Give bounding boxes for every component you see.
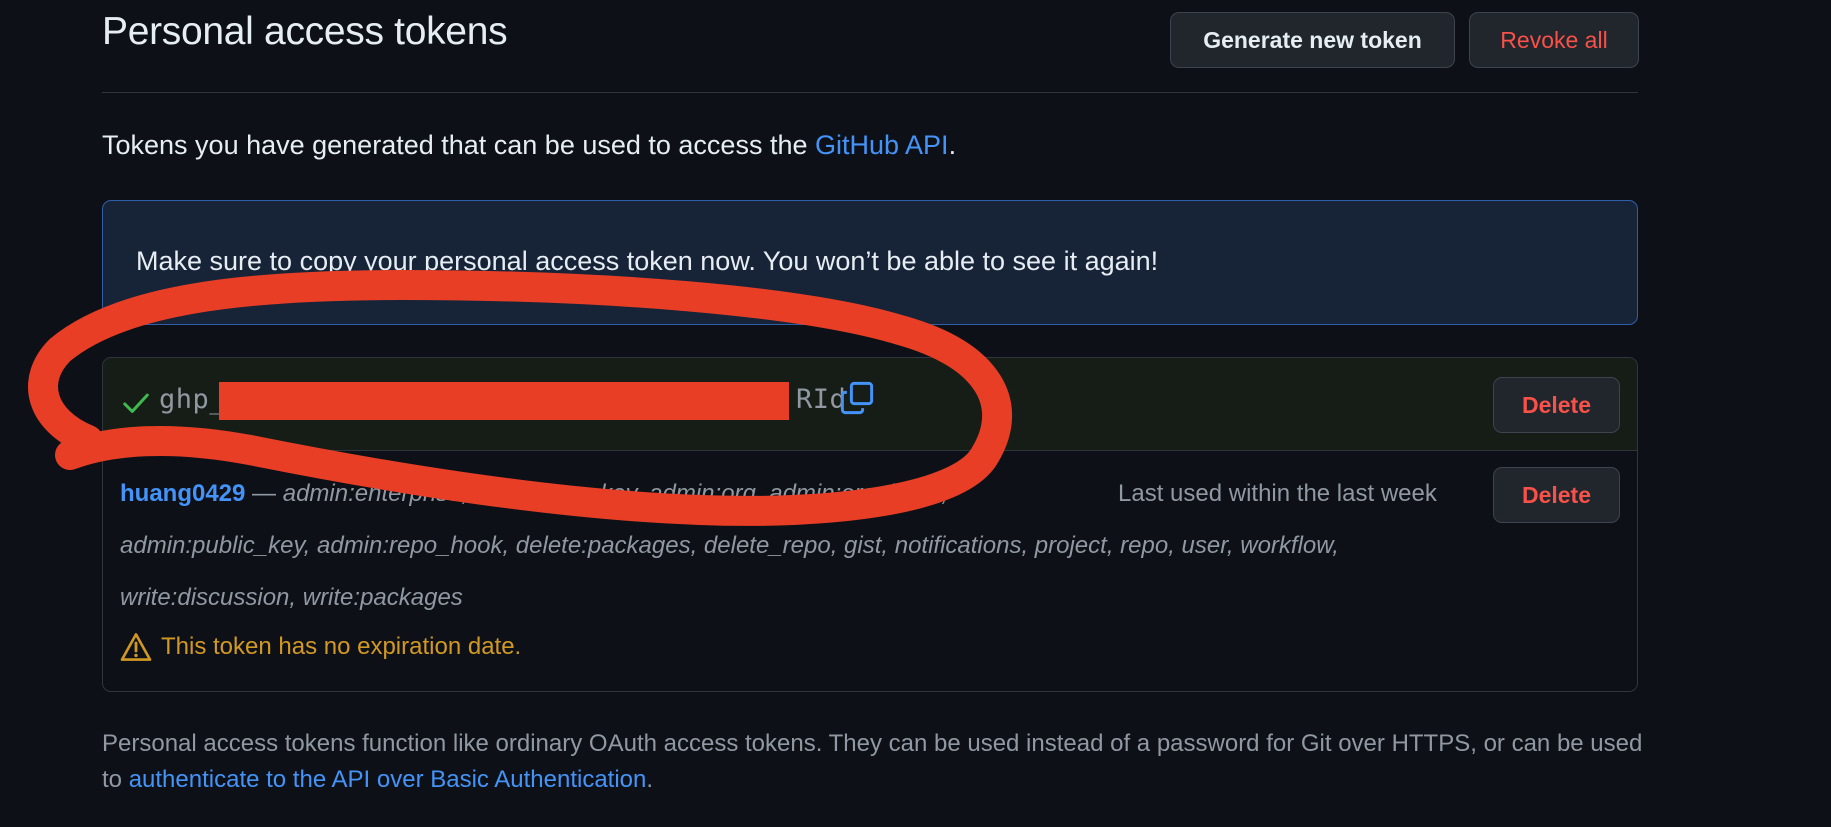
token-scopes-line-1: admin:enterprise, admin:gpg_key, admin:o… bbox=[282, 480, 948, 507]
revoke-all-button[interactable]: Revoke all bbox=[1469, 12, 1639, 68]
token-scopes-line-3: write:discussion, write:packages bbox=[120, 584, 463, 611]
token-separator: — bbox=[245, 480, 283, 507]
alert-icon bbox=[120, 633, 152, 661]
delete-token-button[interactable]: Delete bbox=[1493, 467, 1620, 523]
github-api-link[interactable]: GitHub API bbox=[815, 130, 949, 160]
page-title: Personal access tokens bbox=[102, 10, 508, 53]
last-used-text: Last used within the last week bbox=[1118, 480, 1437, 507]
footer-suffix: . bbox=[646, 766, 654, 793]
generate-new-token-button[interactable]: Generate new token bbox=[1170, 12, 1455, 68]
token-scopes-line-2: admin:public_key, admin:repo_hook, delet… bbox=[120, 532, 1339, 559]
intro-text: Tokens you have generated that can be us… bbox=[102, 130, 956, 161]
intro-label: Tokens you have generated that can be us… bbox=[102, 130, 815, 160]
token-name-link[interactable]: huang0429 bbox=[120, 480, 245, 507]
expiration-warning-text: This token has no expiration date. bbox=[161, 633, 522, 660]
copy-icon[interactable] bbox=[839, 380, 875, 416]
delete-new-token-button[interactable]: Delete bbox=[1493, 377, 1620, 433]
new-token-row: ghp_ RId Delete bbox=[103, 358, 1637, 451]
intro-suffix: . bbox=[948, 130, 957, 160]
footer-text: Personal access tokens function like ord… bbox=[102, 726, 1647, 798]
token-prefix: ghp_ bbox=[159, 384, 227, 415]
personal-access-tokens-page: Personal access tokens Generate new toke… bbox=[0, 0, 1831, 827]
flash-message: Make sure to copy your personal access t… bbox=[136, 246, 1159, 276]
flash-notice: Make sure to copy your personal access t… bbox=[102, 200, 1638, 325]
token-list: ghp_ RId Delete huang0429 — admin:enterpr… bbox=[102, 357, 1638, 692]
check-icon bbox=[123, 393, 149, 413]
redaction-block bbox=[219, 382, 789, 420]
basic-auth-link[interactable]: authenticate to the API over Basic Authe… bbox=[129, 766, 647, 793]
page-header: Personal access tokens Generate new toke… bbox=[102, 0, 1639, 93]
